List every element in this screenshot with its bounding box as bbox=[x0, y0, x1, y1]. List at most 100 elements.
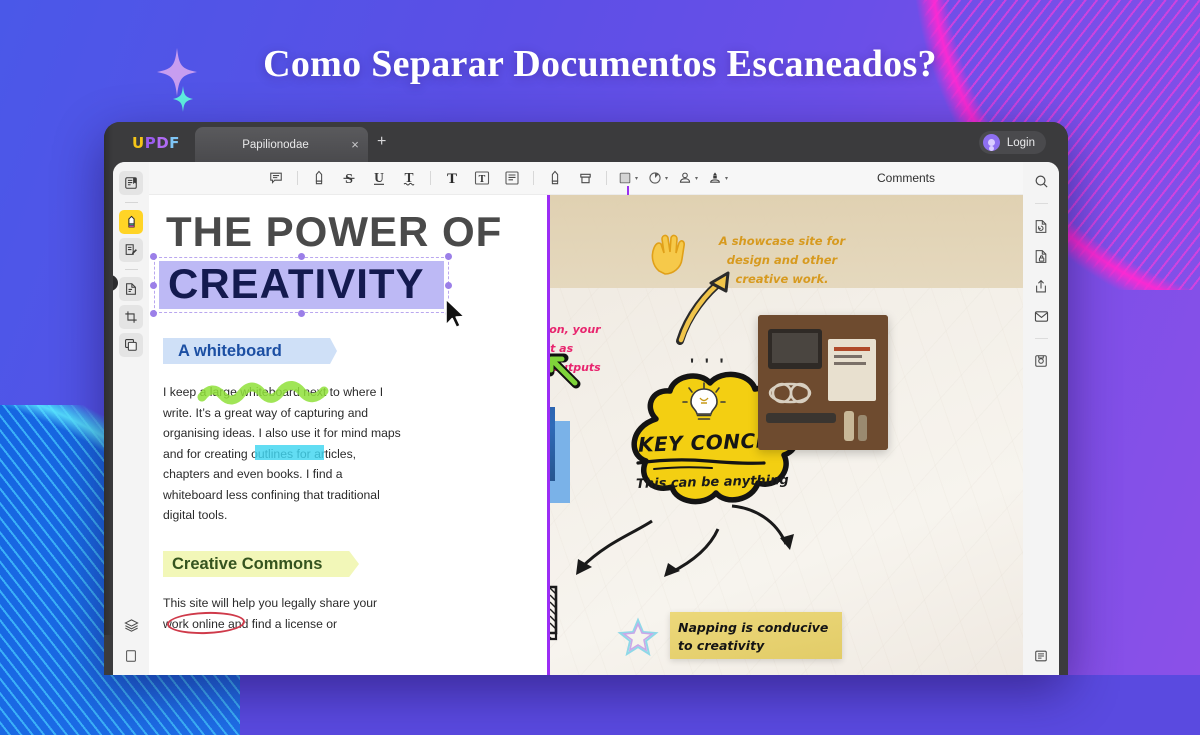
resize-handle-n[interactable] bbox=[298, 253, 305, 260]
document-tab[interactable]: Papilionodae × bbox=[195, 127, 368, 162]
measure-tool[interactable]: ▾ bbox=[643, 165, 673, 191]
search-icon[interactable] bbox=[1030, 170, 1052, 192]
document-title-line1: THE POWER OF bbox=[166, 208, 503, 255]
resize-handle-e[interactable] bbox=[445, 282, 452, 289]
svg-text:S: S bbox=[345, 172, 353, 187]
document-page-left[interactable]: THE POWER OF CREATIVITY A whiteboard I k… bbox=[149, 195, 547, 675]
lock-document-icon[interactable] bbox=[1030, 245, 1052, 267]
signature-tool[interactable]: ▾ bbox=[703, 165, 733, 191]
ocr-document-icon[interactable] bbox=[1030, 215, 1052, 237]
right-toolbar-rail bbox=[1023, 162, 1059, 675]
green-arrow-icon bbox=[550, 348, 582, 395]
save-disk-icon[interactable] bbox=[1030, 350, 1052, 372]
stamp-tool[interactable]: ▾ bbox=[673, 165, 703, 191]
chevron-down-icon[interactable]: ▾ bbox=[635, 175, 638, 182]
center-column: S U T T T ▾ ▾ ▾ ▾ Comments THE POWER OF … bbox=[149, 162, 1023, 675]
shape-tool[interactable]: ▾ bbox=[613, 165, 643, 196]
avatar bbox=[982, 134, 1000, 151]
rail-active-indicator bbox=[113, 275, 118, 291]
annotation-tools-group: S U T T T ▾ ▾ ▾ ▾ bbox=[261, 165, 733, 196]
sparkle-small-icon bbox=[172, 86, 194, 112]
layers-icon[interactable] bbox=[120, 614, 142, 636]
cyan-highlight-annotation[interactable] bbox=[255, 445, 324, 460]
close-icon[interactable]: × bbox=[342, 137, 368, 152]
sidebar-item-convert-pdf[interactable] bbox=[119, 277, 143, 301]
eraser-tool[interactable] bbox=[570, 165, 600, 191]
updf-app-window: UPDF Papilionodae × + Login S U T T T ▾ … bbox=[104, 122, 1068, 675]
toolbar-divider-4 bbox=[606, 171, 607, 185]
svg-text:T: T bbox=[447, 171, 457, 187]
mouse-cursor bbox=[444, 298, 468, 335]
app-body: S U T T T ▾ ▾ ▾ ▾ Comments THE POWER OF … bbox=[113, 162, 1059, 675]
text-tool[interactable]: T bbox=[437, 165, 467, 191]
resize-handle-s[interactable] bbox=[298, 310, 305, 317]
logo-letter-f: F bbox=[169, 134, 180, 152]
curved-arrow-icon bbox=[672, 267, 734, 350]
chevron-down-icon[interactable]: ▾ bbox=[695, 175, 698, 182]
chevron-down-icon[interactable]: ▾ bbox=[725, 175, 728, 182]
lightbulb-icon bbox=[682, 381, 726, 430]
page-title: Como Separar Documentos Escaneados? bbox=[263, 43, 937, 85]
strikethrough-tool[interactable]: S bbox=[334, 165, 364, 191]
right-rail-divider bbox=[1034, 203, 1048, 204]
toolbar-divider-3 bbox=[533, 171, 534, 185]
rail-divider bbox=[124, 202, 138, 203]
green-squiggle-annotation[interactable] bbox=[197, 381, 329, 412]
document-page-right[interactable]: A showcase site for design and other cre… bbox=[550, 195, 1023, 675]
login-button[interactable]: Login bbox=[978, 131, 1046, 154]
resize-handle-w[interactable] bbox=[150, 282, 157, 289]
right-rail-divider-2 bbox=[1034, 338, 1048, 339]
window-left-edge bbox=[104, 122, 113, 635]
sticky-note-tool[interactable] bbox=[261, 165, 291, 191]
svg-text:U: U bbox=[374, 170, 384, 185]
window-title-bar: UPDF Papilionodae × + Login bbox=[104, 122, 1068, 162]
logo-letter-u: U bbox=[132, 134, 145, 152]
resize-handle-nw[interactable] bbox=[150, 253, 157, 260]
login-label: Login bbox=[1006, 136, 1035, 149]
underline-tool[interactable]: U bbox=[364, 165, 394, 191]
envelope-icon[interactable] bbox=[1030, 305, 1052, 327]
typewriter-tool[interactable] bbox=[497, 165, 527, 191]
chevron-down-icon[interactable]: ▾ bbox=[665, 175, 668, 182]
sidebar-item-edit-pdf[interactable] bbox=[119, 238, 143, 262]
left-toolbar-rail bbox=[113, 162, 149, 675]
document-title-line2: CREATIVITY bbox=[168, 260, 425, 307]
resize-handle-sw[interactable] bbox=[150, 310, 157, 317]
svg-text:T: T bbox=[404, 170, 413, 185]
headspace-box: Headspace ? bbox=[550, 583, 560, 645]
section-heading-2: Creative Commons bbox=[172, 555, 323, 573]
curved-line-decoration-1 bbox=[730, 500, 800, 561]
highlight-tool[interactable] bbox=[304, 165, 334, 191]
document-tab-label: Papilionodae bbox=[242, 138, 309, 151]
star-outline-icon bbox=[617, 617, 659, 662]
sunflower-image bbox=[550, 407, 555, 481]
logo-letter-p: P bbox=[144, 134, 157, 152]
desk-photo bbox=[758, 315, 888, 450]
document-viewer[interactable]: THE POWER OF CREATIVITY A whiteboard I k… bbox=[149, 195, 1023, 675]
sidebar-item-page-tool[interactable] bbox=[119, 333, 143, 357]
new-tab-button[interactable]: + bbox=[377, 134, 386, 150]
text-selection-box[interactable]: CREATIVITY bbox=[150, 253, 452, 317]
logo-letter-d: D bbox=[156, 134, 170, 152]
updf-logo: UPDF bbox=[132, 134, 180, 152]
toolbar-divider-2 bbox=[430, 171, 431, 185]
page-icon[interactable] bbox=[120, 645, 142, 667]
comments-panel-label[interactable]: Comments bbox=[877, 171, 935, 185]
toolbar-divider-1 bbox=[297, 171, 298, 185]
pen-tool[interactable] bbox=[540, 165, 570, 191]
curved-line-decoration-2 bbox=[568, 517, 658, 586]
annotation-toolbar: S U T T T ▾ ▾ ▾ ▾ Comments bbox=[149, 162, 1023, 196]
squiggly-tool[interactable]: T bbox=[394, 165, 424, 191]
share-upload-icon[interactable] bbox=[1030, 275, 1052, 297]
comment-panel-toggle[interactable] bbox=[1030, 645, 1052, 667]
text-box-tool[interactable]: T bbox=[467, 165, 497, 191]
sidebar-item-reader[interactable] bbox=[119, 171, 143, 195]
sunflower-photo bbox=[550, 407, 570, 503]
svg-text:T: T bbox=[479, 174, 486, 185]
curved-line-decoration-3 bbox=[660, 525, 724, 588]
rail-divider-2 bbox=[124, 269, 138, 270]
sidebar-item-annotate[interactable] bbox=[119, 210, 143, 234]
section-heading-1: A whiteboard bbox=[178, 342, 282, 360]
resize-handle-ne[interactable] bbox=[445, 253, 452, 260]
sidebar-item-organize-pages[interactable] bbox=[119, 305, 143, 329]
